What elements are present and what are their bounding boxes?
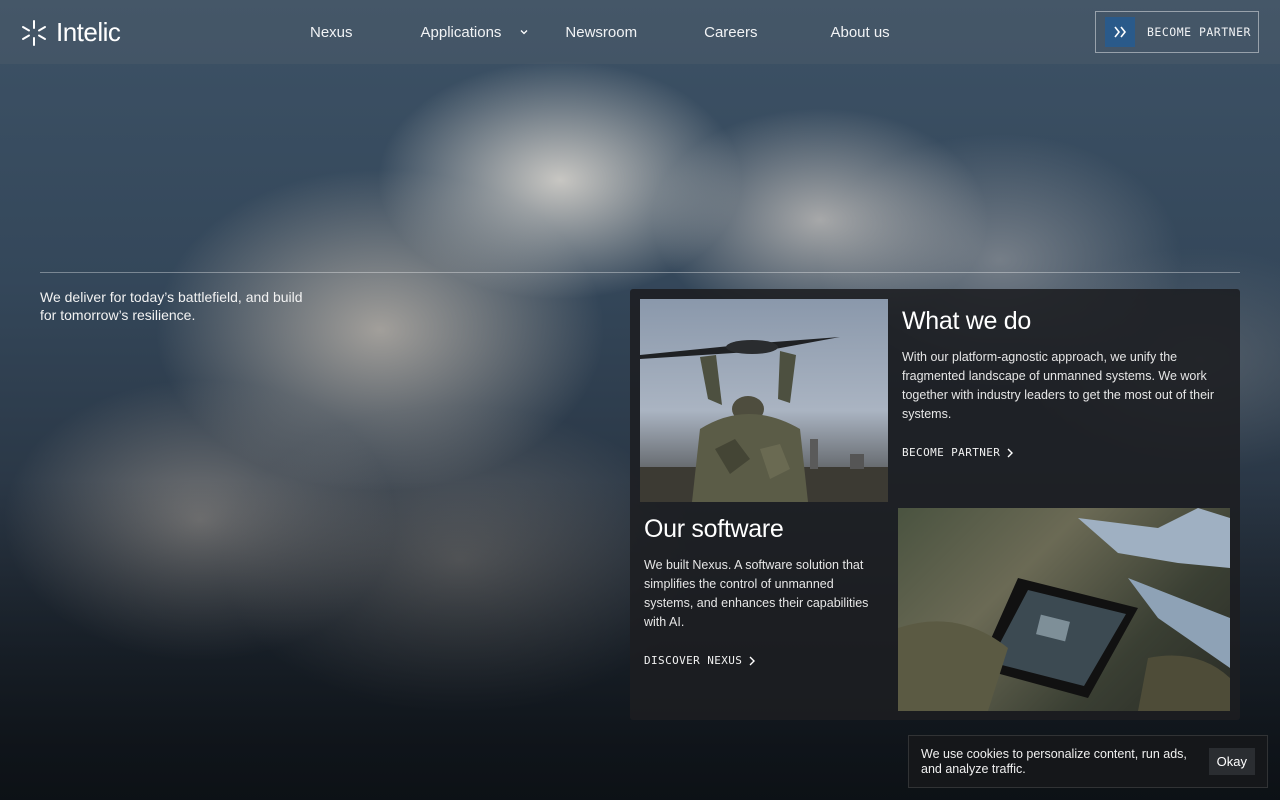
discover-nexus-link[interactable]: DISCOVER NEXUS: [644, 654, 756, 667]
double-chevron-right-icon: [1105, 17, 1135, 47]
nav-item-about-us[interactable]: About us: [830, 24, 889, 41]
our-software-card: Our software We built Nexus. A software …: [644, 515, 884, 669]
logo[interactable]: Intelic: [20, 17, 121, 48]
become-partner-link-label: BECOME PARTNER: [902, 446, 1001, 459]
chevron-right-icon: [1007, 448, 1014, 457]
hero-divider: [40, 272, 1240, 273]
info-panel: What we do With our platform-agnostic ap…: [630, 289, 1240, 720]
nav-item-newsroom[interactable]: Newsroom: [565, 24, 637, 41]
our-software-body: We built Nexus. A software solution that…: [644, 558, 869, 629]
nav-item-careers[interactable]: Careers: [704, 24, 757, 41]
nav-item-label: Applications: [420, 23, 502, 41]
nav-item-nexus[interactable]: Nexus: [310, 24, 353, 41]
what-we-do-title: What we do: [902, 307, 1032, 335]
nav-item-applications[interactable]: Applications: [421, 24, 530, 41]
our-software-title: Our software: [644, 515, 784, 543]
tablet-field-image: [898, 508, 1230, 711]
drone-launch-image: [640, 299, 888, 502]
become-partner-button[interactable]: BECOME PARTNER: [1095, 11, 1259, 53]
what-we-do-body: With our platform-agnostic approach, we …: [902, 350, 1214, 421]
cookie-text: We use cookies to personalize content, r…: [921, 746, 1187, 776]
cookie-okay-button[interactable]: Okay: [1208, 748, 1255, 775]
star-burst-icon: [22, 19, 46, 46]
chevron-right-icon: [749, 656, 756, 665]
site-header: Intelic Nexus Applications Newsroom Care…: [0, 0, 1280, 64]
discover-nexus-link-label: DISCOVER NEXUS: [644, 654, 743, 667]
logo-text: Intelic: [56, 17, 121, 47]
become-partner-link[interactable]: BECOME PARTNER: [902, 446, 1014, 459]
become-partner-label: BECOME PARTNER: [1147, 25, 1251, 39]
cookie-banner: We use cookies to personalize content, r…: [908, 735, 1268, 788]
main-nav: Nexus Applications Newsroom Careers Abou…: [290, 0, 890, 64]
hero-tagline: We deliver for today’s battlefield, and …: [40, 289, 303, 323]
chevron-down-icon: [520, 30, 528, 35]
what-we-do-card: What we do With our platform-agnostic ap…: [902, 307, 1227, 461]
